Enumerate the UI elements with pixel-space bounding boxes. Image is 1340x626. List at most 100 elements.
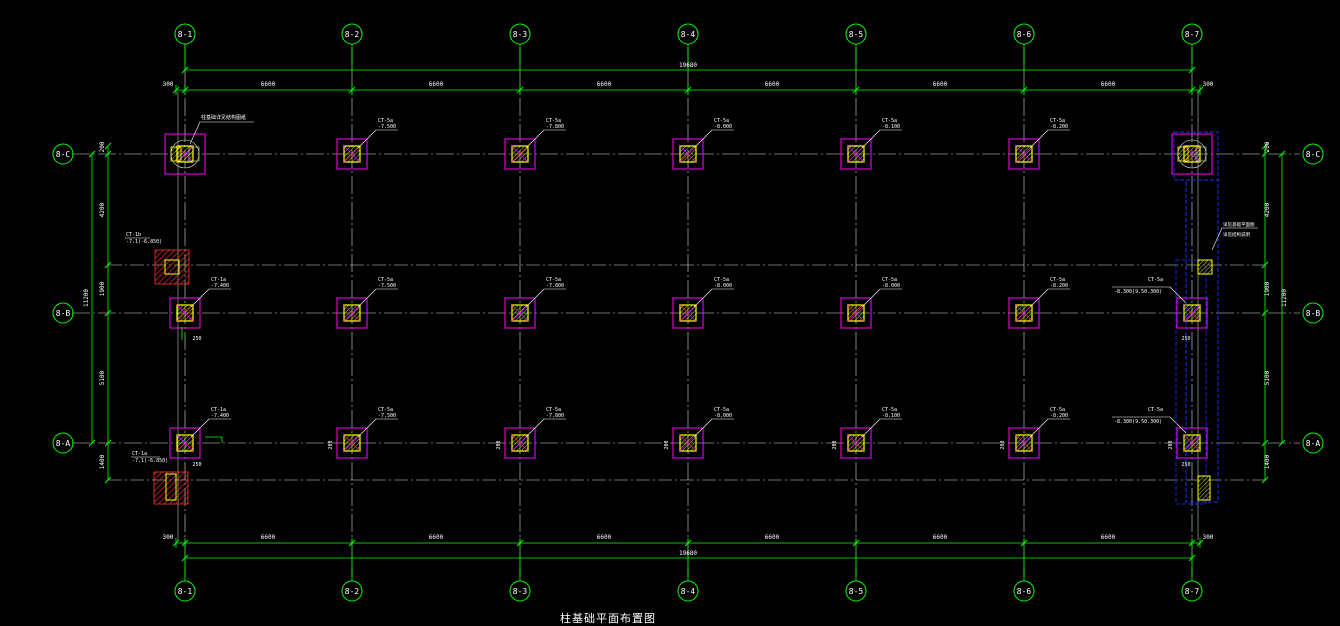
column-tag-c-4-elev: -8.000 xyxy=(714,124,732,130)
bottom-dimension-span-label: 6600 xyxy=(597,534,612,541)
note-topleft: 柱基础详见结构图纸 xyxy=(201,114,246,121)
column-tag-b-1-elev: -7.400 xyxy=(211,283,229,289)
bottom-dimension-total-label: 19680 xyxy=(679,550,697,557)
column-tag-c-2-elev: -7.500 xyxy=(378,124,396,130)
note-left-bottom-sub: -7.1(-6.850) xyxy=(132,458,168,464)
right-pad-mid xyxy=(1197,259,1213,275)
axis-label-8-5: 8-5 xyxy=(849,30,864,39)
note-left-bottom: CT-1a xyxy=(132,451,147,457)
axis-label-8-1: 8-1 xyxy=(178,587,193,596)
right-dimension-span-label: 5100 xyxy=(1264,370,1271,385)
left-dimension-span-label: 1900 xyxy=(99,281,106,296)
column-tag-a-2-elev: -7.500 xyxy=(378,413,396,419)
note-left-mid-sub: -7.1(-6.850) xyxy=(126,239,162,245)
column-tag-b-7: CT-5a xyxy=(1148,277,1163,283)
axis-label-8-7: 8-7 xyxy=(1185,587,1200,596)
axis-label-8-3: 8-3 xyxy=(513,30,528,39)
offset-dim-250: 250 xyxy=(192,336,201,342)
axis-label-8-B: 8-B xyxy=(1306,309,1321,318)
left-dimension-total-label: 11200 xyxy=(83,289,90,307)
bottom-dimension-span-label: 6600 xyxy=(765,534,780,541)
column-tag-c-5-elev: -8.100 xyxy=(882,124,900,130)
bottom-dimension-span-label: 6600 xyxy=(933,534,948,541)
axis-label-8-C: 8-C xyxy=(56,150,71,159)
bottom-dimension-span-label: 6600 xyxy=(261,534,276,541)
right-pad-bottom xyxy=(1197,475,1211,501)
offset-dim-200: 200 xyxy=(328,440,334,449)
column-tag-a-4-elev: -8.000 xyxy=(714,413,732,419)
column-elev-b-7: -8.300(9.50.300) xyxy=(1114,289,1162,295)
axis-label-8-4: 8-4 xyxy=(681,587,696,596)
offset-dim-250: 250 xyxy=(1181,336,1190,342)
axis-label-8-1: 8-1 xyxy=(178,30,193,39)
right-dimension-span-label: 1400 xyxy=(1264,454,1271,469)
bottom-dimension-span-label: 300 xyxy=(1203,534,1214,541)
left-dimension-span-label: 5100 xyxy=(99,370,106,385)
offset-dim-250: 250 xyxy=(1181,462,1190,468)
column-tag-b-4-elev: -8.000 xyxy=(714,283,732,289)
note-right-leader xyxy=(1211,227,1223,251)
right-dimension-span-label: 4200 xyxy=(1264,202,1271,217)
bottom-dimension-span-label: 6600 xyxy=(429,534,444,541)
column-tag-c-6-elev: -8.200 xyxy=(1050,124,1068,130)
hatched-pad-left-bottom xyxy=(153,471,189,505)
axis-label-8-7: 8-7 xyxy=(1185,30,1200,39)
axis-label-8-6: 8-6 xyxy=(1017,30,1032,39)
top-dimension-span-label: 6600 xyxy=(261,81,276,88)
note-left-mid: CT-1b xyxy=(126,232,141,238)
right-dimension-total-label: 11200 xyxy=(1281,289,1288,307)
right-dimension-span-label: 200 xyxy=(1264,141,1271,152)
offset-dim-200: 200 xyxy=(496,440,502,449)
leader-topleft xyxy=(189,121,201,145)
column-tag-leader xyxy=(1169,416,1187,434)
blue-frame-column xyxy=(1185,179,1219,503)
offset-dim-250: 250 xyxy=(192,462,201,468)
column-tag-c-3-elev: -7.800 xyxy=(546,124,564,130)
column-tag-a-1-elev: -7.400 xyxy=(211,413,229,419)
offset-dim-200: 200 xyxy=(1168,440,1174,449)
top-dimension-span-label: 6600 xyxy=(429,81,444,88)
bottom-dimension-span-label: 6600 xyxy=(1101,534,1116,541)
offset-dim-200: 200 xyxy=(1000,440,1006,449)
drawing-title: 柱基础平面布置图 xyxy=(560,612,656,625)
axis-label-8-3: 8-3 xyxy=(513,587,528,596)
hatched-pad-left-mid xyxy=(154,249,190,285)
column-tag-b-5-elev: -8.000 xyxy=(882,283,900,289)
offset-dim-200: 200 xyxy=(832,440,838,449)
left-dimension-span-label: 1400 xyxy=(99,454,106,469)
axis-label-8-2: 8-2 xyxy=(345,587,360,596)
note-right-mid: 详见基础平面图 xyxy=(1223,221,1255,228)
column-tag-b-2-elev: -7.500 xyxy=(378,283,396,289)
left-dimension-span-label: 4200 xyxy=(99,202,106,217)
top-dimension-total-label: 19680 xyxy=(679,62,697,69)
top-dimension-span-label: 6600 xyxy=(765,81,780,88)
axis-label-8-A: 8-A xyxy=(1306,439,1321,448)
column-elev-a-7: -8.300(9.50.300) xyxy=(1114,419,1162,425)
axis-label-8-6: 8-6 xyxy=(1017,587,1032,596)
offset-dim-200: 200 xyxy=(664,440,670,449)
axis-label-8-A: 8-A xyxy=(56,439,71,448)
pile-cap-left xyxy=(170,146,182,162)
column-tag-a-3-elev: -7.800 xyxy=(546,413,564,419)
axis-label-8-C: 8-C xyxy=(1306,150,1321,159)
axis-label-8-2: 8-2 xyxy=(345,30,360,39)
foundation-plan-drawing: 8-1 8-1 8-2 8-2 8-3 8-3 8-4 8-4 8-5 8-5 8-6 8-6 8-7 8… xyxy=(52,23,1324,602)
pile-cap-left xyxy=(1177,146,1189,162)
note-right-mid-sub: 详见结构说明 xyxy=(1223,231,1250,238)
top-dimension-span-label: 6600 xyxy=(1101,81,1116,88)
right-dimension-span-label: 1900 xyxy=(1264,281,1271,296)
left-dimension-span-label: 200 xyxy=(99,141,106,152)
axis-label-8-5: 8-5 xyxy=(849,587,864,596)
bottom-dimension-span-label: 300 xyxy=(163,534,174,541)
top-dimension-span-label: 6600 xyxy=(933,81,948,88)
top-dimension-span-label: 300 xyxy=(1203,81,1214,88)
column-tag-leader xyxy=(1169,286,1187,304)
axis-label-8-4: 8-4 xyxy=(681,30,696,39)
column-tag-a-5-elev: -8.100 xyxy=(882,413,900,419)
column-tag-b-3-elev: -7.800 xyxy=(546,283,564,289)
top-dimension-span-label: 6600 xyxy=(597,81,612,88)
column-tag-a-7: CT-5a xyxy=(1148,407,1163,413)
top-dimension-span-label: 300 xyxy=(163,81,174,88)
column-tag-b-6-elev: -8.200 xyxy=(1050,283,1068,289)
column-tag-a-6-elev: -8.200 xyxy=(1050,413,1068,419)
